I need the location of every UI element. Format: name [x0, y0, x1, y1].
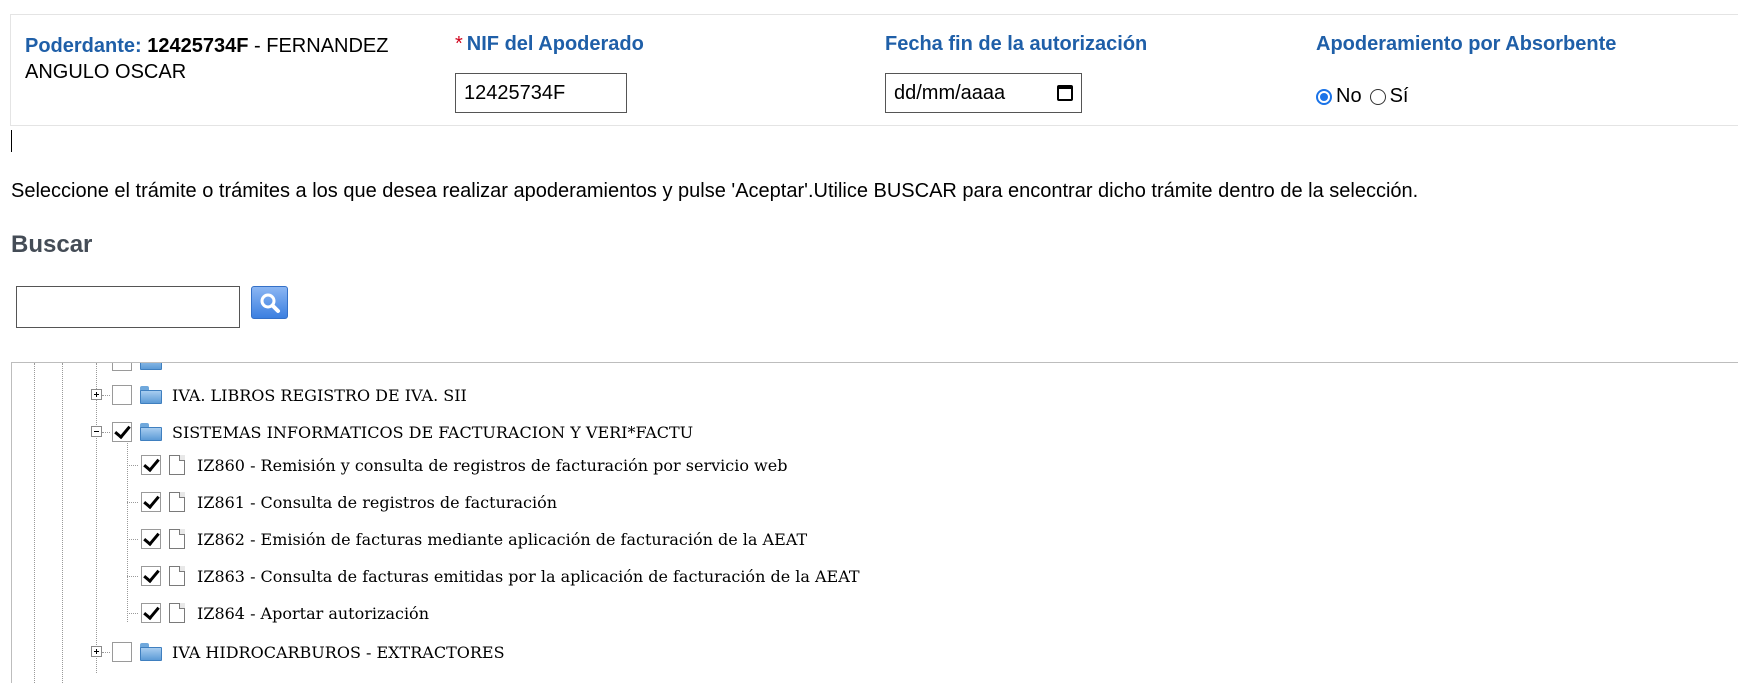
header-panel: Poderdante: 12425734F - FERNANDEZ ANGULO… — [10, 14, 1738, 126]
document-icon — [169, 529, 185, 549]
fecha-fin-placeholder: dd/mm/aaaa — [894, 82, 1006, 104]
tree-node-tramite: IZ863 - Consulta de facturas emitidas po… — [141, 561, 860, 591]
tree-node-label[interactable]: IZ863 - Consulta de facturas emitidas po… — [197, 567, 860, 586]
tree-guide-line — [102, 432, 110, 433]
folder-open-icon — [140, 423, 162, 441]
document-icon — [169, 492, 185, 512]
tree-checkbox[interactable] — [141, 455, 161, 475]
radio-si-label: Sí — [1389, 85, 1409, 107]
tree-node-label[interactable]: IZ862 - Emisión de facturas mediante apl… — [197, 530, 807, 549]
tree-guide-line — [34, 363, 35, 683]
radio-si[interactable] — [1369, 88, 1386, 105]
tree-guide-line — [127, 502, 138, 503]
tree-node-folder: IVA HIDROCARBUROS - EXTRACTORES — [112, 637, 505, 667]
tree-node-tramite: IZ864 - Aportar autorización — [141, 598, 429, 628]
tree-guide-line — [127, 539, 138, 540]
tree-guide-line — [127, 465, 138, 466]
tree-node-folder: SISTEMAS INFORMATICOS DE FACTURACION Y V… — [112, 417, 693, 447]
poderdante-nif: 12425734F — [147, 35, 249, 57]
tree-guide-line — [127, 435, 128, 622]
instructions-text: Seleccione el trámite o trámites a los q… — [11, 180, 1419, 202]
tree-node-tramite: IZ860 - Remisión y consulta de registros… — [141, 450, 787, 480]
document-icon — [169, 603, 185, 623]
tree-node-tramite: IZ862 - Emisión de facturas mediante apl… — [141, 524, 807, 554]
tree-node-label[interactable]: SISTEMAS INFORMATICOS DE FACTURACION Y V… — [172, 423, 693, 442]
tramites-tree: IVA. LIBROS REGISTRO DE IVA. SII SISTEMA… — [11, 362, 1738, 683]
nif-apoderado-group: * NIF del Apoderado 12425734F — [455, 33, 644, 113]
tree-checkbox[interactable] — [112, 363, 132, 371]
tree-node-label[interactable]: IZ861 - Consulta de registros de factura… — [197, 493, 557, 512]
tree-guide-line — [96, 363, 97, 673]
folder-icon — [140, 386, 162, 404]
folder-icon — [140, 643, 162, 661]
required-mark: * — [455, 33, 463, 55]
tree-guide-line — [102, 652, 110, 653]
tree-node-label[interactable]: IVA HIDROCARBUROS - EXTRACTORES — [172, 643, 505, 662]
search-input[interactable] — [16, 286, 240, 328]
tree-checkbox[interactable] — [141, 566, 161, 586]
fecha-fin-label: Fecha fin de la autorización — [885, 33, 1148, 55]
search-button[interactable] — [251, 286, 288, 319]
tree-node-folder: IVA. LIBROS REGISTRO DE IVA. SII — [112, 380, 467, 410]
poderdante-separator: - — [254, 35, 261, 57]
tree-node-label[interactable]: IVA. LIBROS REGISTRO DE IVA. SII — [172, 386, 467, 405]
tree-checkbox[interactable] — [141, 492, 161, 512]
magnifier-icon — [260, 293, 280, 313]
buscar-title: Buscar — [11, 231, 93, 258]
poderdante-label: Poderdante: — [25, 35, 142, 57]
nif-apoderado-label: NIF del Apoderado — [466, 33, 644, 55]
absorbente-radio-group: No Sí — [1316, 85, 1408, 108]
nif-apoderado-input[interactable]: 12425734F — [455, 73, 627, 113]
folder-icon — [140, 363, 162, 370]
tree-node-label[interactable]: IZ864 - Aportar autorización — [197, 604, 429, 623]
tree-checkbox[interactable] — [141, 603, 161, 623]
tree-node-cut-off — [112, 363, 172, 376]
absorbente-label: Apoderamiento por Absorbente — [1316, 33, 1617, 55]
tree-checkbox[interactable] — [112, 385, 132, 405]
document-icon — [169, 455, 185, 475]
tree-node-tramite: IZ861 - Consulta de registros de factura… — [141, 487, 557, 517]
tree-guide-line — [127, 576, 138, 577]
tree-node-label[interactable]: IZ860 - Remisión y consulta de registros… — [197, 456, 787, 475]
fecha-fin-group: Fecha fin de la autorización dd/mm/aaaa — [885, 33, 1148, 113]
absorbente-group: Apoderamiento por Absorbente No Sí — [1316, 33, 1617, 107]
tree-checkbox[interactable] — [112, 422, 132, 442]
tree-guide-line — [102, 395, 110, 396]
fecha-fin-input[interactable]: dd/mm/aaaa — [885, 73, 1082, 113]
collapse-icon[interactable] — [91, 426, 102, 437]
radio-no-label: No — [1336, 85, 1362, 107]
calendar-icon[interactable] — [1057, 85, 1073, 101]
radio-no[interactable] — [1316, 88, 1332, 105]
document-icon — [169, 566, 185, 586]
tree-guide-line — [127, 613, 138, 614]
poderdante-info: Poderdante: 12425734F - FERNANDEZ ANGULO… — [25, 33, 435, 85]
tree-checkbox[interactable] — [141, 529, 161, 549]
tree-guide-line — [62, 363, 63, 683]
text-caret — [11, 130, 12, 152]
expand-icon[interactable] — [91, 389, 102, 400]
expand-icon[interactable] — [91, 646, 102, 657]
tree-checkbox[interactable] — [112, 642, 132, 662]
